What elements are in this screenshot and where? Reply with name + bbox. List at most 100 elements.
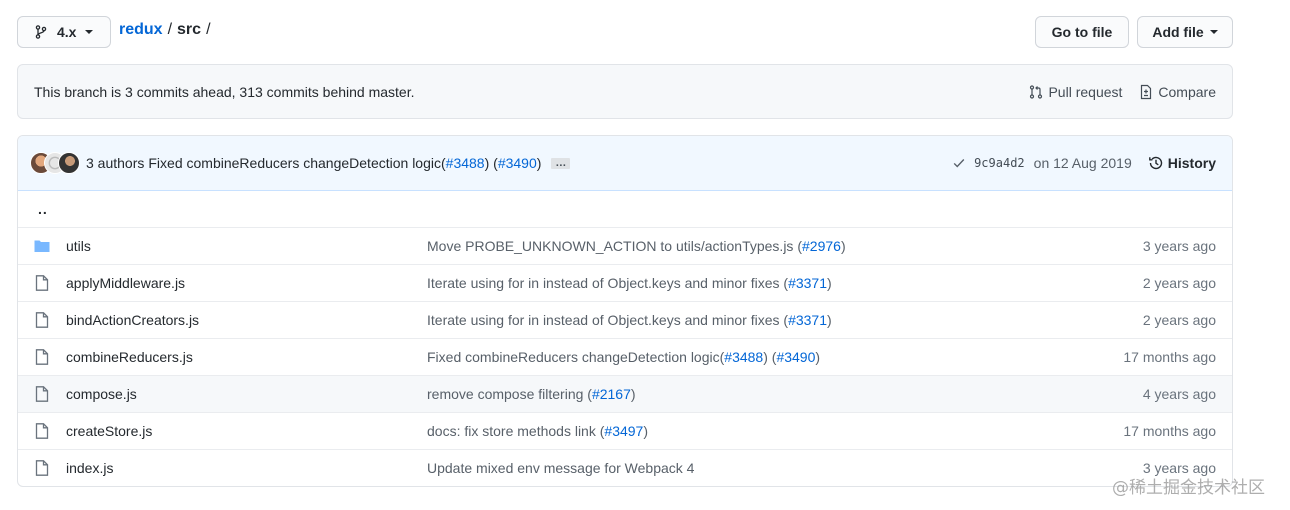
file-commit-message[interactable]: Iterate using for in instead of Object.k… [427, 275, 1143, 291]
compare-link[interactable]: Compare [1138, 84, 1216, 100]
branch-actions: Pull request Compare [1028, 84, 1216, 100]
add-file-label: Add file [1152, 24, 1204, 40]
author-avatars[interactable] [30, 152, 80, 174]
file-row[interactable]: compose.js remove compose filtering (#216… [18, 375, 1232, 412]
commit-message-text: Move PROBE_UNKNOWN_ACTION to utils/actio… [427, 238, 802, 254]
breadcrumb-separator: / [206, 21, 211, 38]
avatar [58, 152, 80, 174]
latest-commit-bar: 3 authors Fixed combineReducers changeDe… [18, 136, 1232, 191]
commit-pr-link[interactable]: #3497 [604, 423, 643, 439]
file-icon [34, 460, 50, 476]
commit-pr-link[interactable]: #3490 [498, 155, 537, 171]
commit-message-text: Update mixed env message for Webpack 4 [427, 460, 695, 476]
file-name-link[interactable]: index.js [66, 460, 427, 476]
breadcrumb-separator: / [167, 21, 173, 38]
file-list: utils Move PROBE_UNKNOWN_ACTION to utils/… [18, 227, 1232, 486]
commit-pr-link[interactable]: #2976 [802, 238, 841, 254]
commit-message-text: Iterate using for in instead of Object.k… [427, 312, 789, 328]
compare-icon [1141, 84, 1152, 99]
compare-label: Compare [1158, 83, 1216, 100]
file-browser: 3 authors Fixed combineReducers changeDe… [17, 135, 1233, 487]
commit-message-text: ) [827, 312, 832, 328]
go-to-file-button[interactable]: Go to file [1035, 16, 1129, 48]
file-commit-message[interactable]: Update mixed env message for Webpack 4 [427, 460, 1143, 476]
file-commit-message[interactable]: Move PROBE_UNKNOWN_ACTION to utils/actio… [427, 238, 1143, 254]
expand-commit-message-button[interactable]: … [551, 157, 571, 169]
file-row[interactable]: applyMiddleware.js Iterate using for in i… [18, 264, 1232, 301]
watermark: @稀土掘金技术社区 [1112, 478, 1265, 498]
commit-meta: 9c9a4d2 on 12 Aug 2019 History [952, 155, 1216, 171]
commit-pr-link[interactable]: #2167 [592, 386, 631, 402]
check-icon [953, 159, 965, 168]
parent-directory-link[interactable]: .. [34, 201, 48, 217]
commit-pr-link[interactable]: #3371 [788, 275, 827, 291]
commit-pr-link[interactable]: #3488 [446, 155, 485, 171]
pull-request-label: Pull request [1048, 83, 1123, 100]
commit-date: on 12 Aug 2019 [1033, 155, 1132, 171]
file-icon [34, 386, 50, 402]
file-name-link[interactable]: combineReducers.js [66, 349, 427, 365]
file-icon [34, 312, 50, 328]
file-name-link[interactable]: compose.js [66, 386, 427, 402]
parent-directory-row[interactable]: .. [18, 191, 1232, 227]
commit-message-text: ) ( [763, 349, 777, 365]
file-row[interactable]: combineReducers.js Fixed combineReducers … [18, 338, 1232, 375]
commit-message-text: ) [840, 238, 846, 254]
breadcrumb: redux / src / [119, 21, 211, 39]
go-to-file-label: Go to file [1051, 24, 1113, 40]
folder-icon [34, 238, 50, 254]
file-icon [34, 275, 50, 291]
commit-message-text: ) [643, 423, 649, 439]
file-commit-message[interactable]: remove compose filtering (#2167) [427, 386, 1143, 402]
commit-message-text: ) [815, 349, 821, 365]
branch-name: 4.x [57, 24, 77, 40]
chevron-down-icon [1209, 30, 1218, 34]
file-name-link[interactable]: utils [66, 238, 427, 254]
commit-message-text: ) [630, 386, 636, 402]
file-age: 4 years ago [1142, 386, 1216, 402]
history-icon [1148, 156, 1162, 170]
commit-message-text: Iterate using for in instead of Object.k… [427, 275, 789, 291]
add-file-button[interactable]: Add file [1137, 16, 1233, 48]
commit-message-text: docs: fix store methods link ( [427, 423, 605, 439]
file-icon [34, 423, 50, 439]
commit-pr-link[interactable]: #3371 [788, 312, 827, 328]
pull-request-link[interactable]: Pull request [1028, 84, 1122, 100]
history-label: History [1167, 155, 1216, 171]
commit-sha-link[interactable]: 9c9a4d2 [974, 156, 1025, 170]
commit-message-text: Fixed combineReducers changeDetection lo… [427, 349, 725, 365]
commit-authors-link[interactable]: 3 authors [86, 155, 144, 171]
commit-message-text: Fixed combineReducers changeDetection lo… [148, 155, 446, 171]
latest-commit-message[interactable]: Fixed combineReducers changeDetection lo… [148, 155, 541, 171]
commit-message-text: ) [827, 275, 832, 291]
git-branch-icon [33, 24, 49, 40]
commit-message-text: ) ( [484, 155, 498, 171]
file-commit-message[interactable]: docs: fix store methods link (#3497) [427, 423, 1123, 439]
commit-pr-link[interactable]: #3490 [776, 349, 815, 365]
file-name-link[interactable]: bindActionCreators.js [66, 312, 427, 328]
file-age: 17 months ago [1123, 349, 1216, 365]
file-row[interactable]: index.js Update mixed env message for Web… [18, 449, 1232, 486]
breadcrumb-repo-link[interactable]: redux [119, 21, 163, 39]
commit-message-text: ) [536, 155, 542, 171]
pull-request-icon [1030, 84, 1043, 99]
breadcrumb-current-dir: src [177, 21, 202, 38]
commit-pr-link[interactable]: #3488 [724, 349, 763, 365]
branch-select-button[interactable]: 4.x [17, 16, 111, 48]
file-commit-message[interactable]: Iterate using for in instead of Object.k… [427, 312, 1143, 328]
file-row[interactable]: createStore.js docs: fix store methods li… [18, 412, 1232, 449]
file-name-link[interactable]: applyMiddleware.js [66, 275, 427, 291]
file-name-link[interactable]: createStore.js [66, 423, 427, 439]
file-age: 2 years ago [1142, 312, 1216, 328]
file-icon [34, 349, 50, 365]
file-commit-message[interactable]: Fixed combineReducers changeDetection lo… [427, 349, 1123, 365]
file-row[interactable]: utils Move PROBE_UNKNOWN_ACTION to utils/… [18, 227, 1232, 264]
file-age: 17 months ago [1123, 423, 1216, 439]
file-age: 2 years ago [1142, 275, 1216, 291]
history-link[interactable]: History [1148, 155, 1216, 171]
file-age: 3 years ago [1142, 238, 1216, 254]
branch-status-box: This branch is 3 commits ahead, 313 comm… [17, 64, 1233, 119]
branch-status-message: This branch is 3 commits ahead, 313 comm… [34, 83, 415, 100]
file-row[interactable]: bindActionCreators.js Iterate using for i… [18, 301, 1232, 338]
commit-message-text: remove compose filtering ( [427, 386, 592, 402]
